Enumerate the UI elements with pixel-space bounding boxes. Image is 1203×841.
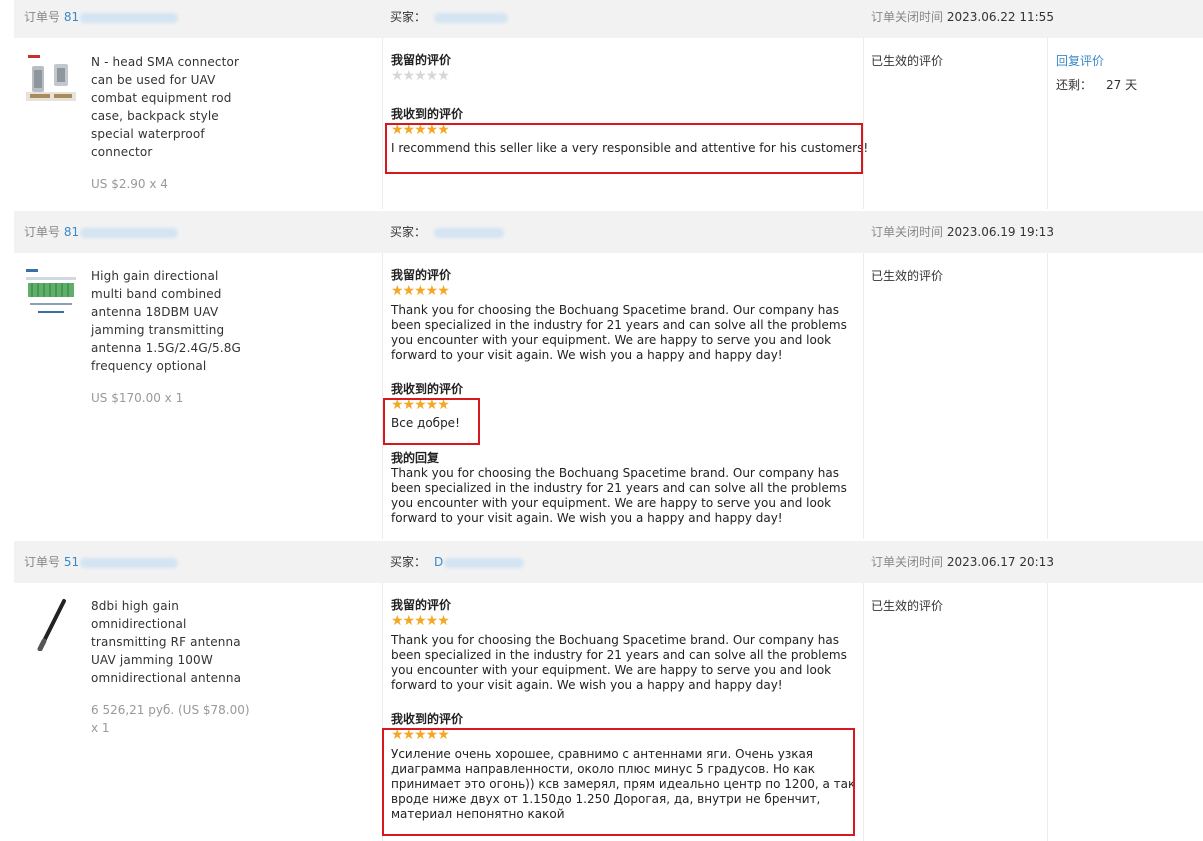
order-number-link[interactable]: 51	[64, 555, 79, 569]
order-closed-time: 订单关闭时间 2023.06.22 11:55	[871, 10, 1054, 24]
product-price: 6 526,21 руб. (US $78.00) x 1	[91, 703, 250, 735]
my-reply-label: 我的回复	[391, 451, 440, 465]
star-rating: ★★★★★	[391, 283, 450, 299]
product-price: US $2.90 x 4	[91, 177, 168, 191]
buyer-field: 买家： D	[390, 541, 525, 583]
order-closed-time: 订单关闭时间 2023.06.17 20:13	[871, 555, 1054, 569]
product-title[interactable]: 8dbi high gain omnidirectional transmitt…	[91, 597, 241, 687]
order-number: 订单号 81	[24, 0, 179, 38]
redacted-order-number	[80, 12, 179, 23]
order-number: 订单号 81	[24, 211, 179, 253]
order-body: High gain directional multi band combine…	[14, 253, 1203, 539]
my-feedback-text: Thank you for choosing the Bochuang Spac…	[391, 633, 847, 692]
buyer-field: 买家：	[390, 0, 509, 38]
my-feedback-label: 我留的评价	[391, 598, 452, 612]
product-title[interactable]: High gain directional multi band combine…	[91, 267, 241, 375]
my-feedback-text: Thank you for choosing the Bochuang Spac…	[391, 303, 847, 362]
received-feedback-label: 我收到的评价	[391, 712, 464, 726]
remaining-days: 还剩： 27 天	[1056, 78, 1138, 92]
product-thumbnail[interactable]	[24, 52, 78, 106]
order-header: 订单号 81 买家： 订单关闭时间 2023.06.19 19:13	[14, 211, 1203, 253]
redacted-order-number	[80, 227, 179, 238]
product-thumbnail[interactable]	[24, 597, 78, 651]
my-reply-text: Thank you for choosing the Bochuang Spac…	[391, 466, 847, 525]
product-title[interactable]: N - head SMA connector can be used for U…	[91, 53, 239, 161]
order-header: 订单号 81 买家： 订单关闭时间 2023.06.22 11:55	[14, 0, 1203, 38]
order-number-link[interactable]: 81	[64, 10, 79, 24]
order-block: 订单号 81 买家： 订单关闭时间 2023.06.19 19:13 High …	[0, 209, 1203, 539]
order-number: 订单号 51	[24, 541, 179, 583]
order-closed-time: 订单关闭时间 2023.06.19 19:13	[871, 225, 1054, 239]
my-feedback: 我留的评价 ★★★★★	[391, 52, 861, 86]
product-thumbnail[interactable]	[24, 267, 78, 321]
product-price: US $170.00 x 1	[91, 391, 184, 405]
my-feedback-label: 我留的评价	[391, 53, 452, 67]
effective-feedback-status: 已生效的评价	[871, 269, 944, 283]
my-feedback-label: 我留的评价	[391, 268, 452, 282]
redacted-buyer-name	[434, 12, 509, 23]
highlight-box	[385, 123, 863, 174]
effective-feedback-status: 已生效的评价	[871, 599, 944, 613]
received-feedback-label: 我收到的评价	[391, 382, 464, 396]
buyer-name-link[interactable]: D	[434, 555, 443, 569]
redacted-buyer-name	[434, 227, 505, 238]
highlight-box	[383, 398, 480, 445]
redacted-buyer-name	[444, 557, 525, 568]
star-rating: ★★★★★	[391, 613, 450, 629]
star-rating-empty: ★★★★★	[391, 68, 450, 84]
buyer-field: 买家：	[390, 211, 505, 253]
order-header: 订单号 51 买家： D 订单关闭时间 2023.06.17 20:13	[14, 541, 1203, 583]
order-number-link[interactable]: 81	[64, 225, 79, 239]
my-feedback: 我留的评价 ★★★★★ Thank you for choosing the B…	[391, 267, 861, 363]
highlight-box	[382, 728, 855, 836]
effective-feedback-status: 已生效的评价	[871, 54, 944, 68]
my-feedback: 我留的评价 ★★★★★ Thank you for choosing the B…	[391, 597, 861, 693]
order-block: 订单号 81 买家： 订单关闭时间 2023.06.22 11:55 N - h…	[0, 0, 1203, 209]
received-feedback-label: 我收到的评价	[391, 107, 464, 121]
redacted-order-number	[80, 557, 179, 568]
my-reply: 我的回复 Thank you for choosing the Bochuang…	[391, 450, 861, 526]
reply-feedback-link[interactable]: 回复评价	[1056, 52, 1104, 69]
